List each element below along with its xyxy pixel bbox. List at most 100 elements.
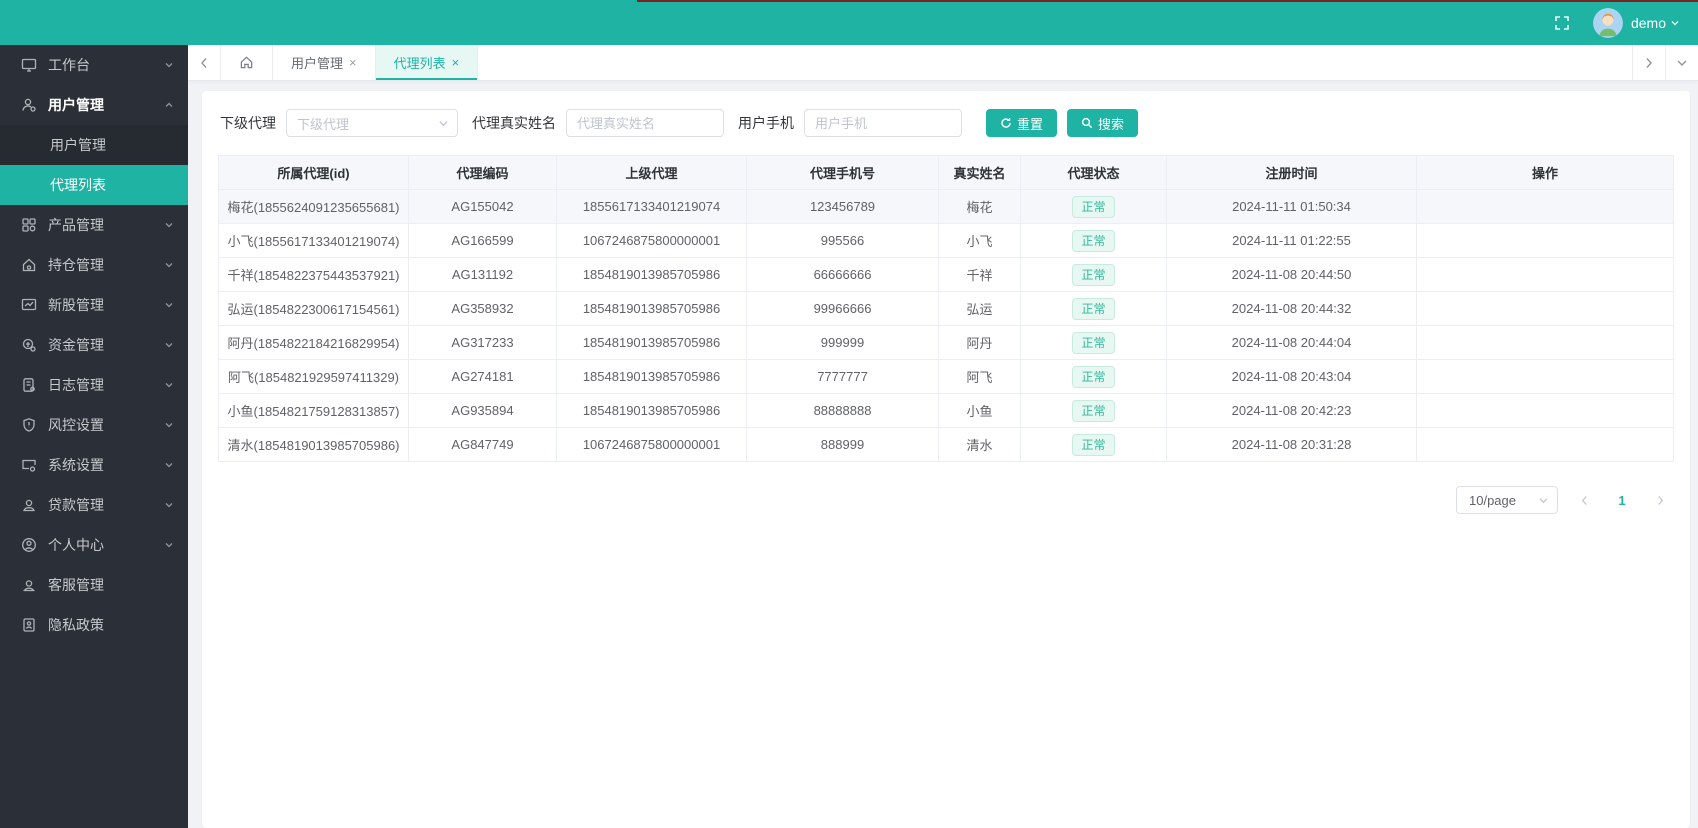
- real-name-cell: 弘运: [938, 291, 1021, 326]
- reset-button[interactable]: 重置: [986, 109, 1058, 137]
- parent-agent-cell: 1067246875800000001: [556, 223, 747, 258]
- table-row[interactable]: 阿丹(1854822184216829954) AG317233 1854819…: [218, 325, 1674, 360]
- parent-agent-cell: 1854819013985705986: [556, 393, 747, 428]
- agent-phone-cell: 123456789: [746, 189, 939, 224]
- sidebar-item-system-settings[interactable]: 系统设置: [0, 445, 188, 485]
- username[interactable]: demo: [1631, 15, 1666, 31]
- next-page-button[interactable]: [1648, 486, 1672, 514]
- sidebar-item-loan-management[interactable]: 贷款管理: [0, 485, 188, 525]
- agent-phone-cell: 88888888: [746, 393, 939, 428]
- agent-phone-cell: 66666666: [746, 257, 939, 292]
- tab-home[interactable]: [221, 45, 273, 80]
- content-card: 下级代理 下级代理 代理真实姓名 用户手机 重置: [202, 91, 1690, 828]
- sidebar-item-label: 代理列表: [50, 177, 106, 193]
- tab-user-management[interactable]: 用户管理 ×: [273, 45, 376, 80]
- sidebar-item-customer-service[interactable]: 客服管理: [0, 565, 188, 605]
- user-avatar[interactable]: [1592, 7, 1623, 38]
- owner-agent-cell: 小飞(1855617133401219074): [218, 223, 409, 258]
- agent-code-cell: AG274181: [408, 359, 557, 394]
- agent-code-cell: AG847749: [408, 427, 557, 462]
- sidebar-item-label: 用户管理: [48, 97, 104, 113]
- sidebar-subitem-user-management[interactable]: 用户管理: [0, 125, 188, 165]
- user-gear-icon: [20, 96, 38, 114]
- tab-agent-list[interactable]: 代理列表 ×: [375, 45, 479, 80]
- close-icon[interactable]: ×: [349, 56, 357, 69]
- real-name-cell: 梅花: [938, 189, 1021, 224]
- tab-label: 代理列表: [393, 56, 446, 71]
- col-header-real-name: 真实姓名: [938, 155, 1021, 190]
- col-header-parent-agent: 上级代理: [556, 155, 747, 190]
- parent-agent-cell: 1854819013985705986: [556, 291, 747, 326]
- sidebar-item-label: 隐私政策: [48, 617, 104, 633]
- sidebar-item-new-stock-management[interactable]: 新股管理: [0, 285, 188, 325]
- chevron-down-icon[interactable]: [1670, 18, 1680, 28]
- actions-cell: [1416, 223, 1674, 258]
- prev-page-button[interactable]: [1572, 486, 1596, 514]
- chevron-down-icon: [164, 220, 174, 230]
- real-name-cell: 清水: [938, 427, 1021, 462]
- agent-real-name-field-wrap: [566, 109, 724, 137]
- sidebar-item-personal-center[interactable]: 个人中心: [0, 525, 188, 565]
- agent-code-cell: AG155042: [408, 189, 557, 224]
- sidebar-item-label: 个人中心: [48, 537, 104, 553]
- agent-phone-cell: 995566: [746, 223, 939, 258]
- sidebar-subitem-agent-list[interactable]: 代理列表: [0, 165, 188, 205]
- table-row[interactable]: 小飞(1855617133401219074) AG166599 1067246…: [218, 223, 1674, 258]
- actions-cell: [1416, 325, 1674, 360]
- search-button[interactable]: 搜索: [1067, 109, 1139, 137]
- tabs-dropdown-button[interactable]: [1665, 45, 1698, 80]
- sidebar-item-label: 新股管理: [48, 297, 104, 313]
- sub-agent-select[interactable]: 下级代理: [286, 109, 458, 137]
- sidebar-item-user-management[interactable]: 用户管理: [0, 85, 188, 125]
- close-icon[interactable]: ×: [452, 56, 460, 69]
- sidebar-item-label: 系统设置: [48, 457, 104, 473]
- agent-phone-cell: 888999: [746, 427, 939, 462]
- tabbar-spacer: [478, 45, 1632, 80]
- table-row[interactable]: 千祥(1854822375443537921) AG131192 1854819…: [218, 257, 1674, 292]
- sidebar-item-position-management[interactable]: 持仓管理: [0, 245, 188, 285]
- pagination: 10/page 1: [218, 486, 1674, 514]
- reset-button-label: 重置: [1017, 116, 1044, 132]
- sidebar-item-label: 用户管理: [50, 137, 106, 153]
- user-phone-field-wrap: [804, 109, 962, 137]
- page-size-select[interactable]: 10/page: [1456, 486, 1558, 514]
- table-row[interactable]: 阿飞(1854821929597411329) AG274181 1854819…: [218, 359, 1674, 394]
- status-cell: 正常: [1020, 189, 1167, 224]
- actions-cell: [1416, 189, 1674, 224]
- register-time-cell: 2024-11-08 20:44:50: [1166, 257, 1417, 292]
- real-name-cell: 小飞: [938, 223, 1021, 258]
- parent-agent-cell: 1855617133401219074: [556, 189, 747, 224]
- table-row[interactable]: 清水(1854819013985705986) AG847749 1067246…: [218, 427, 1674, 462]
- select-placeholder: 下级代理: [297, 116, 350, 132]
- register-time-cell: 2024-11-08 20:43:04: [1166, 359, 1417, 394]
- current-page[interactable]: 1: [1610, 493, 1634, 508]
- sidebar-item-privacy-policy[interactable]: 隐私政策: [0, 605, 188, 645]
- owner-agent-cell: 梅花(1855624091235655681): [218, 189, 409, 224]
- register-time-cell: 2024-11-08 20:31:28: [1166, 427, 1417, 462]
- register-time-cell: 2024-11-11 01:22:55: [1166, 223, 1417, 258]
- sidebar-item-label: 风控设置: [48, 417, 104, 433]
- col-header-register-time: 注册时间: [1166, 155, 1417, 190]
- agent-real-name-input[interactable]: [567, 110, 723, 136]
- sidebar-item-label: 贷款管理: [48, 497, 104, 513]
- sidebar-item-log-management[interactable]: 日志管理: [0, 365, 188, 405]
- table-row[interactable]: 小鱼(1854821759128313857) AG935894 1854819…: [218, 393, 1674, 428]
- table-row[interactable]: 弘运(1854822300617154561) AG358932 1854819…: [218, 291, 1674, 326]
- parent-agent-cell: 1067246875800000001: [556, 427, 747, 462]
- agent-code-cell: AG317233: [408, 325, 557, 360]
- owner-agent-cell: 弘运(1854822300617154561): [218, 291, 409, 326]
- register-time-cell: 2024-11-08 20:44:04: [1166, 325, 1417, 360]
- chevron-down-icon: [164, 420, 174, 430]
- status-badge: 正常: [1072, 229, 1115, 252]
- user-phone-input[interactable]: [805, 110, 961, 136]
- tabs-scroll-left-button[interactable]: [188, 45, 221, 80]
- sidebar-item-workbench[interactable]: 工作台: [0, 45, 188, 85]
- fullscreen-icon[interactable]: [1547, 8, 1577, 38]
- sidebar-item-risk-settings[interactable]: 风控设置: [0, 405, 188, 445]
- sidebar-item-product-management[interactable]: 产品管理: [0, 205, 188, 245]
- table-row[interactable]: 梅花(1855624091235655681) AG155042 1855617…: [218, 189, 1674, 224]
- sidebar-item-funds-management[interactable]: 资金管理: [0, 325, 188, 365]
- tabs-scroll-right-button[interactable]: [1632, 45, 1665, 80]
- register-time-cell: 2024-11-08 20:42:23: [1166, 393, 1417, 428]
- chevron-down-icon: [164, 300, 174, 310]
